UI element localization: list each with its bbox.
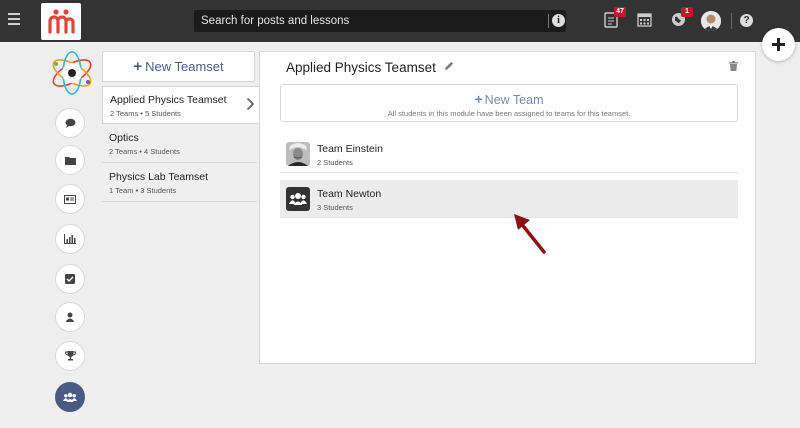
calendar-icon[interactable]: [637, 12, 653, 28]
team-meta: 2 Students: [317, 158, 353, 167]
chevron-right-icon: [246, 97, 255, 111]
teamset-item-applied-physics[interactable]: Applied Physics Teamset 2 Teams • 5 Stud…: [102, 86, 260, 124]
rail-awards[interactable]: [55, 341, 85, 371]
help-icon[interactable]: ?: [740, 14, 753, 27]
teamset-meta: 2 Teams • 5 Students: [110, 109, 181, 118]
team-row-newton[interactable]: Team Newton 3 Students: [280, 180, 738, 218]
team-meta: 3 Students: [317, 203, 353, 212]
rail-teams[interactable]: [55, 382, 85, 412]
team-name: Team Einstein: [317, 143, 383, 155]
pencil-icon[interactable]: [444, 61, 454, 71]
pointer-arrow-icon: [514, 214, 546, 254]
chat-icon: [65, 118, 75, 128]
hamburger-icon[interactable]: [8, 13, 20, 27]
group-icon: [286, 187, 310, 211]
top-bar: i 47 1 ?: [0, 0, 800, 42]
new-team-button[interactable]: + New Team All students in this module ha…: [280, 84, 738, 122]
teamset-name: Physics Lab Teamset: [109, 171, 209, 183]
teamset-detail-panel: Applied Physics Teamset + New Team All st…: [259, 51, 756, 364]
teamset-meta: 1 Team • 3 Students: [109, 186, 177, 195]
module-logo[interactable]: [48, 50, 96, 96]
team-photo: [286, 142, 310, 166]
rail-users[interactable]: [55, 302, 85, 332]
teamset-list: + New Teamset Applied Physics Teamset 2 T…: [102, 51, 260, 381]
rail-analytics[interactable]: [55, 224, 85, 254]
teamset-meta: 2 Teams • 4 Students: [109, 147, 180, 156]
search-input[interactable]: [194, 10, 544, 32]
bar-chart-icon: [64, 234, 76, 244]
new-team-label: New Team: [484, 93, 544, 107]
teamset-item-physics-lab[interactable]: Physics Lab Teamset 1 Team • 3 Students: [102, 164, 257, 202]
trophy-icon: [64, 351, 76, 361]
plus-icon: +: [474, 91, 483, 107]
page-title: Applied Physics Teamset: [286, 60, 436, 75]
teamset-name: Applied Physics Teamset: [110, 94, 227, 106]
card-icon: [64, 194, 76, 204]
new-teamset-button[interactable]: + New Teamset: [102, 51, 255, 82]
teamset-name: Optics: [109, 132, 139, 144]
group-icon: [63, 392, 77, 402]
rail-chat[interactable]: [55, 108, 85, 138]
add-button[interactable]: [762, 28, 795, 61]
rail-files[interactable]: [55, 145, 85, 175]
team-row-einstein[interactable]: Team Einstein 2 Students: [280, 135, 738, 173]
user-icon: [65, 312, 75, 322]
globe-badge: 1: [681, 7, 693, 17]
checkbox-icon: [65, 274, 75, 284]
avatar[interactable]: [701, 11, 721, 31]
search-box[interactable]: i: [194, 10, 566, 32]
topbar-separator: [731, 13, 732, 29]
plus-icon: +: [133, 58, 143, 75]
rail-tasks[interactable]: [55, 264, 85, 294]
teamset-item-optics[interactable]: Optics 2 Teams • 4 Students: [102, 125, 257, 163]
rail-cards[interactable]: [55, 184, 85, 214]
notes-icon[interactable]: 47: [604, 7, 626, 28]
app-logo[interactable]: [41, 3, 81, 40]
folder-icon: [64, 156, 76, 165]
info-icon[interactable]: i: [552, 14, 565, 27]
notifications-badge: 47: [614, 7, 626, 17]
team-name: Team Newton: [317, 188, 382, 200]
trash-icon[interactable]: [729, 61, 738, 71]
new-teamset-label: New Teamset: [145, 59, 224, 74]
globe-icon[interactable]: 1: [671, 7, 693, 28]
new-team-hint: All students in this module have been as…: [387, 109, 631, 118]
search-divider: [548, 14, 549, 28]
